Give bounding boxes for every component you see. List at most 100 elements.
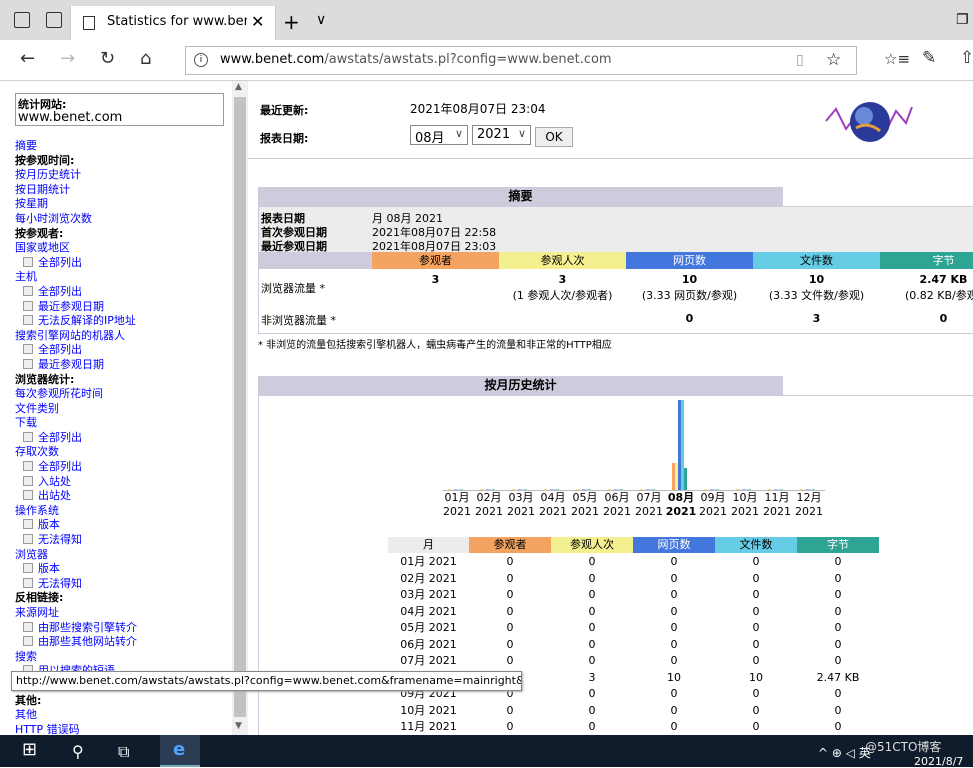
menu-item[interactable]: 搜索 <box>15 650 137 665</box>
ok-button[interactable]: OK <box>535 127 573 147</box>
start-icon[interactable]: ⊞ <box>22 739 37 760</box>
scroll-thumb[interactable] <box>234 97 246 717</box>
monthly-cell: 0 <box>506 637 514 651</box>
scroll-down-icon[interactable]: ▼ <box>235 721 242 731</box>
monthly-cell: 0 <box>506 571 514 585</box>
menu-item[interactable]: 按月历史统计 <box>15 168 137 183</box>
set-aside-tabs-icon[interactable] <box>46 12 62 28</box>
back-button[interactable]: ← <box>20 48 35 69</box>
menu-subitem[interactable]: 全部列出 <box>15 460 137 475</box>
monthly-cell: 2.47 KB <box>816 670 860 684</box>
monthly-cell: 0 <box>670 687 678 700</box>
traffic-subvalue: (3.33 网页数/参观) <box>641 289 738 302</box>
nontraffic-label: 非浏览器流量 * <box>261 314 336 327</box>
menu-heading: 按参观时间: <box>15 153 75 167</box>
menu-item[interactable]: 摘要 <box>15 139 137 154</box>
site-value: www.benet.com <box>18 110 123 125</box>
taskbar: ⊞ ⚲ ⧉ e ^ ⊕ ◁ 英 @51CTO博客 2021/8/7 <box>0 735 973 768</box>
menu-item[interactable]: HTTP 错误码 <box>15 723 137 735</box>
page-icon <box>83 16 95 30</box>
favorites-hub-icon[interactable]: ☆≡ <box>884 50 910 68</box>
tab-close-button[interactable]: ✕ <box>251 12 264 31</box>
summary-col-header: 参观人次 <box>499 252 626 269</box>
menu-item[interactable]: 操作系统 <box>15 504 137 519</box>
monthly-col-header: 网页数 <box>633 537 715 553</box>
traffic-label: 浏览器流量 * <box>261 282 325 295</box>
menu-heading: 其他: <box>15 693 42 707</box>
menu-item[interactable]: 文件类别 <box>15 402 137 417</box>
home-button[interactable]: ⌂ <box>140 48 151 69</box>
menu-subitem[interactable]: 出站处 <box>15 489 137 504</box>
month-select[interactable]: 08月 ∨ <box>410 125 468 146</box>
taskbar-date[interactable]: 2021/8/7 <box>914 755 963 768</box>
scroll-up-icon[interactable]: ▲ <box>235 82 242 92</box>
menu-item[interactable]: 来源网址 <box>15 606 137 621</box>
monthly-cell: 11月 2021 <box>400 720 457 733</box>
task-view-icon[interactable]: ⧉ <box>118 742 129 762</box>
refresh-button[interactable]: ↻ <box>100 48 115 69</box>
menu-item[interactable]: 浏览器 <box>15 548 137 563</box>
new-tab-button[interactable]: + <box>283 10 300 34</box>
menu-subitem[interactable]: 由那些其他网站转介 <box>15 635 137 650</box>
menu-subitem[interactable]: 版本 <box>15 518 137 533</box>
search-icon[interactable]: ⚲ <box>72 742 84 761</box>
menu-subitem[interactable]: 全部列出 <box>15 343 137 358</box>
monthly-cell: 05月 2021 <box>400 621 457 634</box>
watermark: @51CTO博客 <box>865 740 942 754</box>
monthly-cell: 0 <box>670 588 678 601</box>
tab-actions-icon[interactable] <box>14 12 30 28</box>
browser-tab[interactable]: Statistics for www.benet ✕ <box>70 6 276 40</box>
monthly-cell: 0 <box>670 654 678 667</box>
forward-button[interactable]: → <box>60 48 75 69</box>
monthly-cell: 0 <box>506 703 514 717</box>
menu-subitem[interactable]: 无法得知 <box>15 577 137 592</box>
menu-item[interactable]: 其他 <box>15 708 137 723</box>
left-scrollbar[interactable]: ▲ ▼ <box>232 81 248 735</box>
menu-item[interactable]: 按日期统计 <box>15 183 137 198</box>
monthly-cell: 0 <box>834 604 842 618</box>
monthly-cell: 0 <box>752 555 760 568</box>
edge-taskbar-button[interactable]: e <box>160 735 200 767</box>
menu-subitem[interactable]: 全部列出 <box>15 431 137 446</box>
reading-view-icon[interactable]: ▯ <box>796 52 804 68</box>
monthly-cell: 0 <box>506 621 514 634</box>
menu-item[interactable]: 搜索引擎网站的机器人 <box>15 329 137 344</box>
monthly-cell: 0 <box>834 654 842 667</box>
monthly-cell: 0 <box>506 604 514 618</box>
tab-list-button[interactable]: ∨ <box>316 12 326 28</box>
info-icon[interactable]: i <box>194 53 208 67</box>
menu-subitem[interactable]: 最近参观日期 <box>15 300 137 315</box>
restore-window-button[interactable]: ❐ <box>956 12 969 28</box>
address-bar[interactable]: i www.benet.com/awstats/awstats.pl?confi… <box>185 46 857 75</box>
menu-subitem[interactable]: 最近参观日期 <box>15 358 137 373</box>
main-content-frame: 最近更新: 2021年08月07日 23:04 报表日期: 08月 ∨ 2021 ∨… <box>248 81 973 735</box>
menu-item[interactable]: 按星期 <box>15 197 137 212</box>
share-icon[interactable]: ⇧ <box>960 48 973 68</box>
monthly-cell: 10 <box>749 670 763 684</box>
report-date-label: 报表日期: <box>260 132 309 145</box>
menu-subitem[interactable]: 无法得知 <box>15 533 137 548</box>
menu-item[interactable]: 主机 <box>15 270 137 285</box>
menu-subitem[interactable]: 全部列出 <box>15 285 137 300</box>
favorite-star-icon[interactable]: ☆ <box>826 50 841 70</box>
year-select[interactable]: 2021 ∨ <box>472 125 531 145</box>
summary-box: 报表日期月 08月 2021 首次参观日期 2021年08月07日 22:58 最近参… <box>258 206 973 334</box>
menu-item[interactable]: 存取次数 <box>15 445 137 460</box>
pen-icon[interactable]: ✎ <box>922 48 936 68</box>
tab-bar: Statistics for www.benet ✕ + ∨ ❐ <box>0 0 973 40</box>
monthly-cell: 03月 2021 <box>400 588 457 601</box>
monthly-cell: 04月 2021 <box>400 604 457 618</box>
menu-subitem[interactable]: 入站处 <box>15 475 137 490</box>
menu-subitem[interactable]: 全部列出 <box>15 256 137 271</box>
tray-icons[interactable]: ^ ⊕ ◁ 英 <box>818 744 871 761</box>
menu-item[interactable]: 每小时浏览次数 <box>15 212 137 227</box>
menu-subitem[interactable]: 由那些搜索引擎转介 <box>15 621 137 636</box>
menu-item[interactable]: 每次参观所花时间 <box>15 387 137 402</box>
chevron-down-icon: ∨ <box>454 127 463 140</box>
menu-item[interactable]: 国家或地区 <box>15 241 137 256</box>
menu-subitem[interactable]: 版本 <box>15 562 137 577</box>
monthly-cell: 0 <box>588 604 596 618</box>
monthly-cell: 0 <box>670 621 678 634</box>
menu-subitem[interactable]: 无法反解译的IP地址 <box>15 314 137 329</box>
menu-item[interactable]: 下载 <box>15 416 137 431</box>
